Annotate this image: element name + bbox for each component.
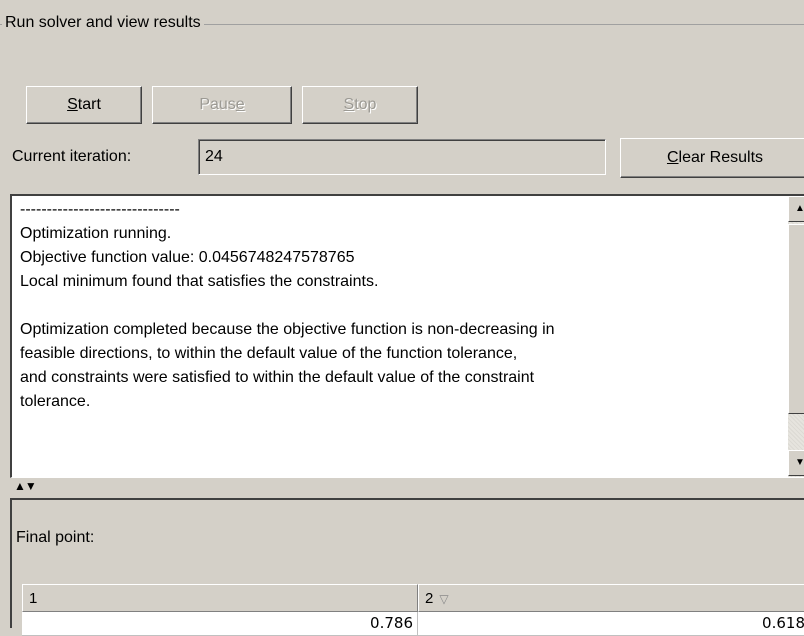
pause-button[interactable]: Paus e — [152, 86, 292, 124]
group-title: Run solver and view results — [2, 12, 204, 34]
pause-label-pre: Paus — [199, 96, 236, 113]
pause-accel: e — [235, 96, 245, 113]
start-button[interactable]: Start — [26, 86, 142, 124]
scroll-up-arrow-icon[interactable]: ▲ — [788, 196, 804, 222]
current-iteration-field: 24 — [198, 139, 606, 175]
column-header-2[interactable]: 2 ▽ — [418, 584, 804, 612]
stop-button[interactable]: Stop — [302, 86, 418, 124]
clear-results-button[interactable]: Clear Results — [620, 138, 804, 178]
final-point-label: Final point: — [16, 529, 95, 546]
table-cell[interactable]: 0.618 — [418, 612, 804, 636]
clear-label-rest: lear Results — [678, 149, 764, 166]
results-scrollbar[interactable]: ▲ ▼ — [788, 196, 804, 477]
stop-accel: S — [343, 96, 355, 113]
clear-accel: C — [666, 149, 679, 166]
results-output[interactable]: ------------------------------ Optimizat… — [10, 194, 804, 478]
scroll-down-arrow-icon[interactable]: ▼ — [788, 450, 804, 476]
start-label-rest: tart — [77, 96, 101, 113]
sort-descending-icon: ▽ — [439, 592, 449, 606]
table-cell[interactable]: 0.786 — [22, 612, 418, 636]
current-iteration-label: Current iteration: — [12, 148, 132, 165]
column-header-1-label: 1 — [29, 590, 38, 607]
scroll-thumb[interactable] — [788, 224, 804, 414]
column-header-1[interactable]: 1 — [22, 584, 418, 612]
stop-label-rest: top — [354, 96, 377, 113]
results-text: ------------------------------ Optimizat… — [20, 201, 555, 410]
splitter-arrows-icon[interactable]: ▲▼ — [14, 480, 37, 492]
column-header-2-label: 2 — [425, 590, 434, 607]
start-accel: S — [67, 96, 78, 113]
